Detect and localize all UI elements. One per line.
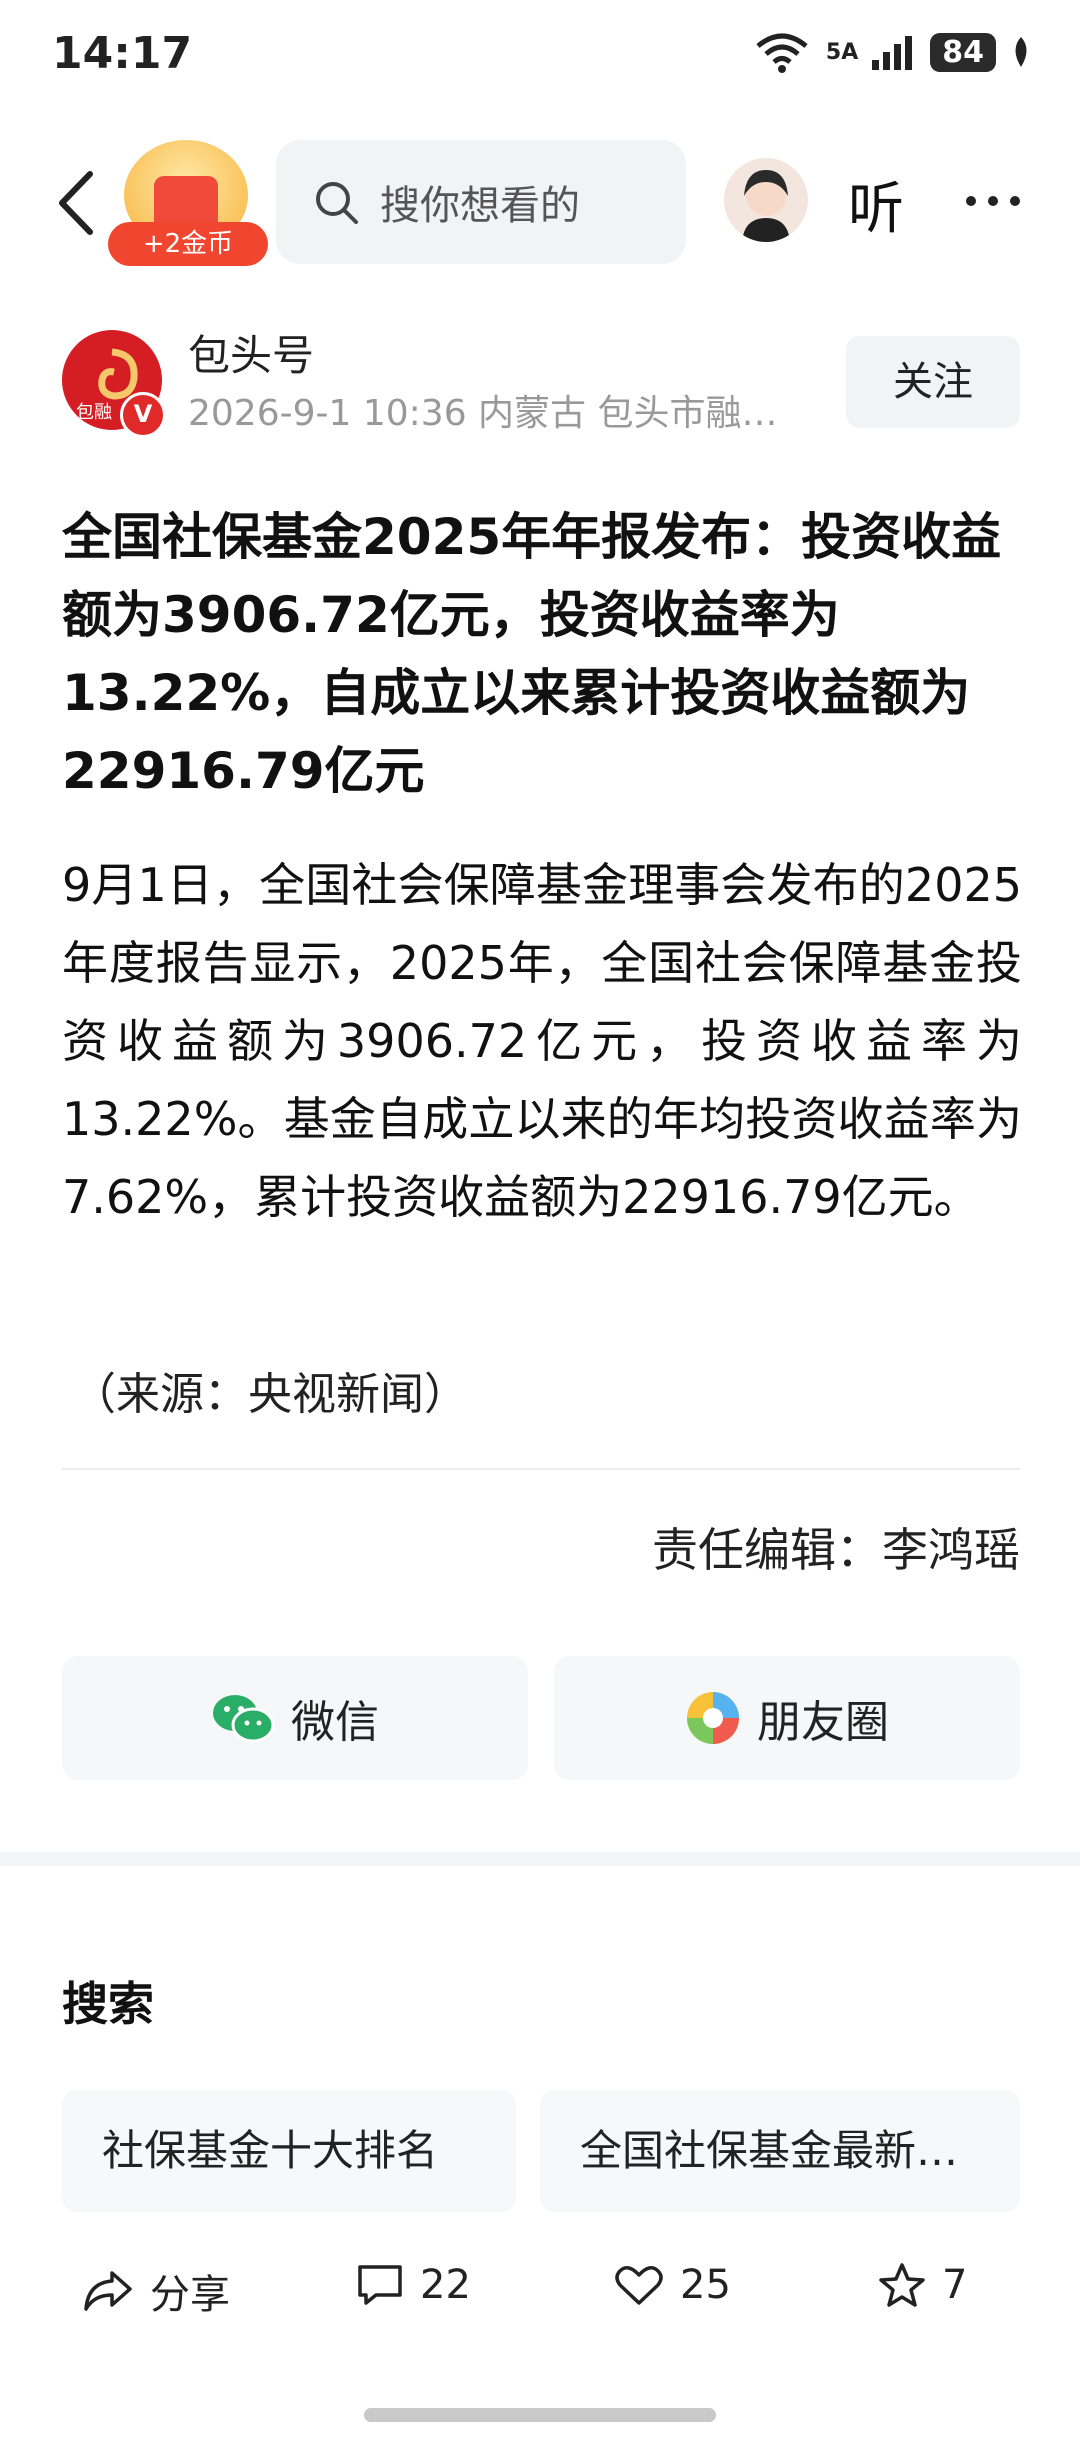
- share-moments-label: 朋友圈: [757, 1697, 889, 1748]
- coin-badge: +2金币: [108, 222, 268, 266]
- comment-button[interactable]: 22: [356, 2262, 471, 2308]
- follow-button[interactable]: 关注: [846, 336, 1020, 428]
- search-placeholder: 搜你想看的: [380, 183, 580, 229]
- moments-icon: [687, 1692, 739, 1744]
- like-button[interactable]: 25: [614, 2262, 731, 2308]
- avatar[interactable]: [724, 158, 808, 242]
- network-label: 5A: [825, 39, 859, 65]
- listen-button[interactable]: 听: [848, 164, 904, 245]
- wechat-icon: [213, 1695, 275, 1743]
- coin-reward[interactable]: +2金币: [108, 140, 268, 266]
- share-icon: [84, 2271, 132, 2311]
- battery-level: 84: [930, 32, 996, 72]
- author-meta: 2026-9-1 10:36 内蒙古 包头市融…: [188, 393, 778, 434]
- share-moments-button[interactable]: 朋友圈: [554, 1656, 1020, 1780]
- star-icon: [879, 2263, 925, 2307]
- avatar-icon: [742, 170, 790, 242]
- editor-credit: 责任编辑：李鸿瑶: [652, 1523, 1020, 1577]
- search-suggestion[interactable]: 全国社保基金最新…: [540, 2090, 1020, 2212]
- article-source: （来源：央视新闻）: [72, 1369, 468, 1420]
- share-label: 分享: [150, 2272, 230, 2318]
- search-input[interactable]: 搜你想看的: [276, 140, 686, 264]
- back-icon[interactable]: [50, 168, 110, 238]
- favorite-count: 7: [942, 2262, 968, 2308]
- section-separator: [0, 1852, 1080, 1866]
- search-suggestion[interactable]: 社保基金十大排名: [62, 2090, 516, 2212]
- article-headline: 全国社保基金2025年年报发布：投资收益额为3906.72亿元，投资收益率为13…: [62, 508, 1002, 800]
- home-indicator[interactable]: [364, 2408, 716, 2422]
- divider: [62, 1468, 1020, 1470]
- share-wechat-label: 微信: [291, 1697, 379, 1748]
- status-icons: 5A 84: [752, 30, 1032, 74]
- status-time: 14:17: [52, 28, 193, 79]
- search-icon: [316, 182, 358, 224]
- article-body: 9月1日，全国社会保障基金理事会发布的2025年度报告显示，2025年，全国社会…: [62, 858, 1022, 1224]
- leaf-icon: [1015, 37, 1027, 67]
- wifi-icon: [756, 33, 808, 73]
- heart-icon: [615, 2266, 663, 2305]
- share-button[interactable]: 分享: [82, 2262, 230, 2320]
- more-icon[interactable]: [966, 196, 1020, 206]
- share-wechat-button[interactable]: 微信: [62, 1656, 528, 1780]
- comment-count: 22: [420, 2262, 471, 2308]
- verified-badge-icon: V: [120, 392, 166, 438]
- author-name[interactable]: 包头号: [188, 322, 314, 383]
- search-section-heading: 搜索: [62, 1977, 154, 2031]
- signal-icon: [872, 36, 913, 70]
- comment-icon: [358, 2265, 402, 2305]
- favorite-button[interactable]: 7: [878, 2262, 967, 2308]
- like-count: 25: [680, 2262, 731, 2308]
- svg-text:包融: 包融: [76, 402, 112, 423]
